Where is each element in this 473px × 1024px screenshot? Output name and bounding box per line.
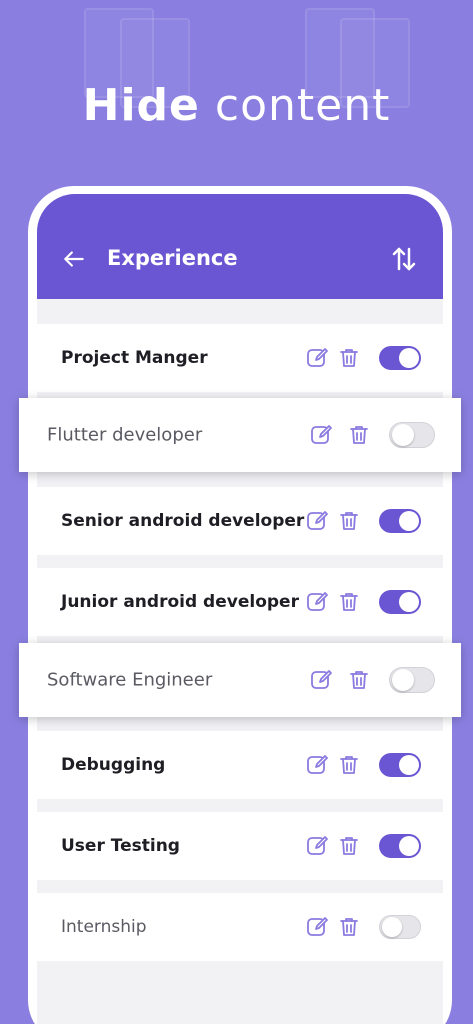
visibility-toggle[interactable] xyxy=(379,753,421,777)
edit-icon[interactable] xyxy=(309,423,333,447)
toggle-knob xyxy=(399,511,419,531)
trash-icon[interactable] xyxy=(337,915,361,939)
edit-icon[interactable] xyxy=(305,346,329,370)
edit-icon[interactable] xyxy=(305,753,329,777)
list-item[interactable]: Flutter developer xyxy=(19,398,461,472)
visibility-toggle[interactable] xyxy=(379,346,421,370)
list-item[interactable]: Project Manger xyxy=(37,324,443,392)
page-title: Experience xyxy=(107,246,238,270)
list-item-label: Junior android developer xyxy=(61,592,299,612)
visibility-toggle[interactable] xyxy=(389,667,435,693)
list-item[interactable]: Internship xyxy=(37,893,443,961)
toggle-knob xyxy=(392,669,414,691)
trash-icon[interactable] xyxy=(337,509,361,533)
list-item-label: Flutter developer xyxy=(47,424,203,446)
visibility-toggle[interactable] xyxy=(389,422,435,448)
list-item[interactable]: User Testing xyxy=(37,812,443,880)
list-item-label: Internship xyxy=(61,917,147,937)
toggle-knob xyxy=(399,836,419,856)
visibility-toggle[interactable] xyxy=(379,590,421,614)
trash-icon[interactable] xyxy=(337,753,361,777)
list-item-label: Project Manger xyxy=(61,348,208,368)
trash-icon[interactable] xyxy=(337,346,361,370)
sort-arrows-icon[interactable] xyxy=(389,244,419,274)
edit-icon[interactable] xyxy=(305,915,329,939)
list-item-label: Software Engineer xyxy=(47,669,213,691)
toggle-knob xyxy=(382,917,402,937)
edit-icon[interactable] xyxy=(309,668,333,692)
list-item[interactable]: Junior android developer xyxy=(37,568,443,636)
visibility-toggle[interactable] xyxy=(379,915,421,939)
headline-rest: content xyxy=(214,80,391,131)
edit-icon[interactable] xyxy=(305,834,329,858)
list-item-label: Senior android developer xyxy=(61,511,305,531)
app-bar: Experience xyxy=(37,194,443,299)
trash-icon[interactable] xyxy=(347,668,371,692)
headline-bold: Hide xyxy=(82,80,200,131)
trash-icon[interactable] xyxy=(347,423,371,447)
toggle-knob xyxy=(399,348,419,368)
toggle-knob xyxy=(399,592,419,612)
toggle-knob xyxy=(392,424,414,446)
arrow-left-icon[interactable] xyxy=(61,246,87,272)
visibility-toggle[interactable] xyxy=(379,509,421,533)
trash-icon[interactable] xyxy=(337,590,361,614)
list-item[interactable]: Debugging xyxy=(37,731,443,799)
edit-icon[interactable] xyxy=(305,509,329,533)
list-item[interactable]: Software Engineer xyxy=(19,643,461,717)
trash-icon[interactable] xyxy=(337,834,361,858)
list-item-label: Debugging xyxy=(61,755,166,775)
list-item-label: User Testing xyxy=(61,836,180,856)
toggle-knob xyxy=(399,755,419,775)
headline: Hide content xyxy=(0,80,473,131)
list-item[interactable]: Senior android developer xyxy=(37,487,443,555)
visibility-toggle[interactable] xyxy=(379,834,421,858)
edit-icon[interactable] xyxy=(305,590,329,614)
